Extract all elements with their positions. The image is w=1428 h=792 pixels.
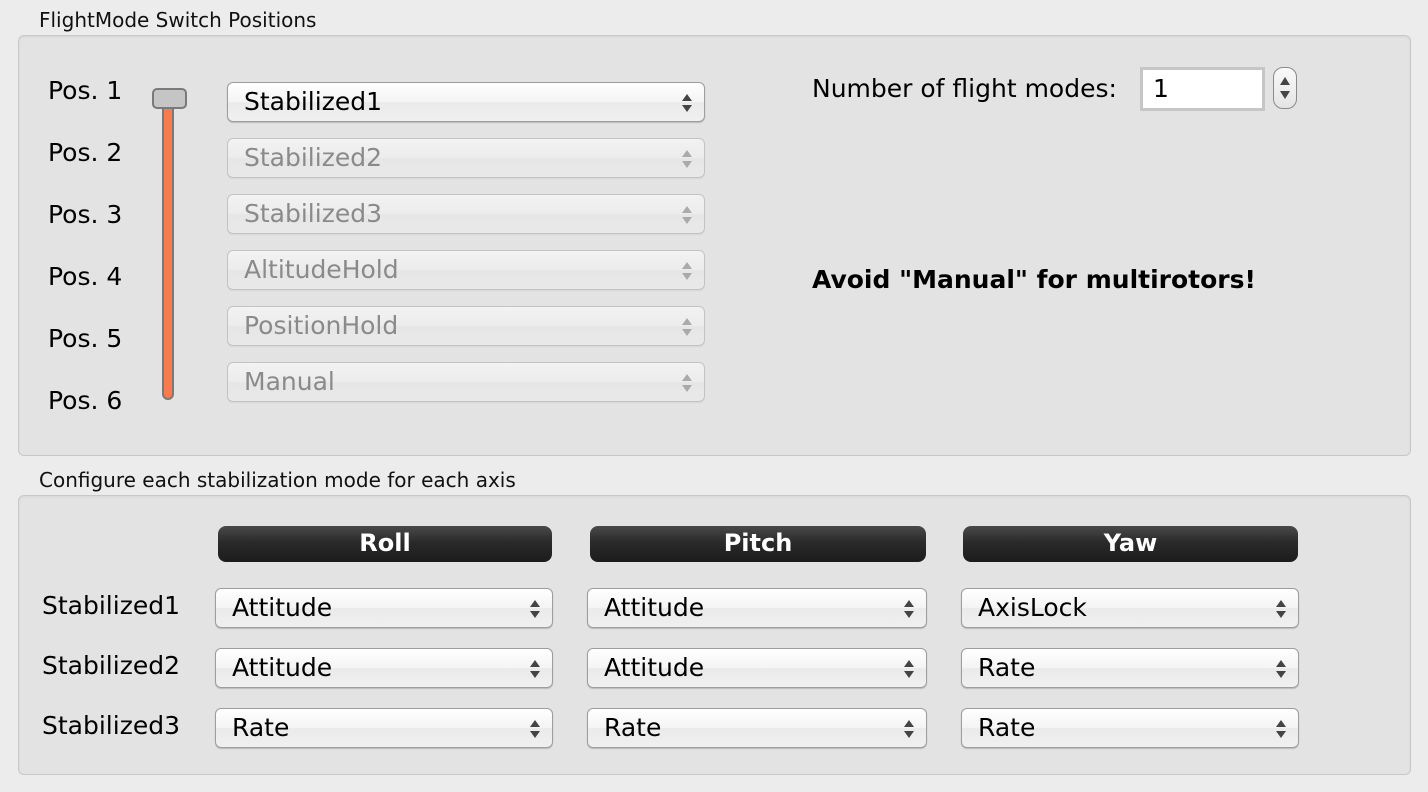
stabilization-group-title: Configure each stabilization mode for ea… <box>39 468 516 492</box>
updown-arrows-icon <box>904 658 914 680</box>
updown-arrows-icon <box>682 148 692 170</box>
pos-5-mode-select: PositionHold <box>227 306 705 346</box>
updown-arrows-icon <box>682 316 692 338</box>
axis-header-roll: Roll <box>218 526 552 562</box>
pos-3-label: Pos. 3 <box>48 200 123 229</box>
pos-6-mode-select: Manual <box>227 362 705 402</box>
updown-arrows-icon <box>1276 598 1286 620</box>
pos-5-mode-value: PositionHold <box>244 311 399 340</box>
num-flight-modes-label: Number of flight modes: <box>812 74 1117 103</box>
stabilized1-yaw-select[interactable]: AxisLock <box>961 588 1299 628</box>
updown-arrows-icon <box>904 718 914 740</box>
row-label-stabilized3: Stabilized3 <box>42 711 180 740</box>
manual-warning-text: Avoid "Manual" for multirotors! <box>812 265 1256 294</box>
stabilized1-roll-value: Attitude <box>232 593 333 622</box>
pos-1-mode-value: Stabilized1 <box>244 87 382 116</box>
updown-arrows-icon <box>530 718 540 740</box>
stabilized2-pitch-value: Attitude <box>604 653 705 682</box>
stabilized2-yaw-select[interactable]: Rate <box>961 648 1299 688</box>
updown-arrows-icon <box>1276 718 1286 740</box>
stabilized1-pitch-select[interactable]: Attitude <box>587 588 927 628</box>
stabilized3-pitch-value: Rate <box>604 713 662 742</box>
stepper-down-icon[interactable] <box>1280 91 1290 99</box>
stabilized1-roll-select[interactable]: Attitude <box>215 588 553 628</box>
pos-3-mode-value: Stabilized3 <box>244 199 382 228</box>
updown-arrows-icon <box>682 92 692 114</box>
updown-arrows-icon <box>904 598 914 620</box>
stabilized3-roll-value: Rate <box>232 713 290 742</box>
pos-3-mode-select: Stabilized3 <box>227 194 705 234</box>
pos-2-mode-select: Stabilized2 <box>227 138 705 178</box>
stabilized1-pitch-value: Attitude <box>604 593 705 622</box>
pos-2-mode-value: Stabilized2 <box>244 143 382 172</box>
pos-2-label: Pos. 2 <box>48 138 123 167</box>
pos-4-mode-select: AltitudeHold <box>227 250 705 290</box>
switch-position-slider-handle[interactable] <box>152 88 187 109</box>
row-label-stabilized2: Stabilized2 <box>42 651 180 680</box>
pos-4-mode-value: AltitudeHold <box>244 255 399 284</box>
pos-5-label: Pos. 5 <box>48 324 123 353</box>
stabilized2-pitch-select[interactable]: Attitude <box>587 648 927 688</box>
stabilized2-yaw-value: Rate <box>978 653 1036 682</box>
num-flight-modes-input[interactable]: 1 <box>1140 67 1265 111</box>
stabilized3-pitch-select[interactable]: Rate <box>587 708 927 748</box>
stabilized3-roll-select[interactable]: Rate <box>215 708 553 748</box>
updown-arrows-icon <box>530 658 540 680</box>
flightmode-group-title: FlightMode Switch Positions <box>39 8 317 32</box>
num-flight-modes-stepper[interactable] <box>1273 67 1297 109</box>
updown-arrows-icon <box>1276 658 1286 680</box>
pos-1-label: Pos. 1 <box>48 76 123 105</box>
axis-header-pitch: Pitch <box>590 526 926 562</box>
updown-arrows-icon <box>530 598 540 620</box>
pos-6-label: Pos. 6 <box>48 386 123 415</box>
row-label-stabilized1: Stabilized1 <box>42 591 180 620</box>
stabilized3-yaw-value: Rate <box>978 713 1036 742</box>
stepper-up-icon[interactable] <box>1280 77 1290 85</box>
stabilized2-roll-value: Attitude <box>232 653 333 682</box>
stabilized3-yaw-select[interactable]: Rate <box>961 708 1299 748</box>
pos-4-label: Pos. 4 <box>48 262 123 291</box>
stabilized1-yaw-value: AxisLock <box>978 593 1087 622</box>
axis-header-yaw: Yaw <box>963 526 1298 562</box>
stabilized2-roll-select[interactable]: Attitude <box>215 648 553 688</box>
updown-arrows-icon <box>682 204 692 226</box>
switch-position-slider-track[interactable] <box>162 96 174 400</box>
updown-arrows-icon <box>682 260 692 282</box>
pos-1-mode-select[interactable]: Stabilized1 <box>227 82 705 122</box>
pos-6-mode-value: Manual <box>244 367 335 396</box>
updown-arrows-icon <box>682 372 692 394</box>
